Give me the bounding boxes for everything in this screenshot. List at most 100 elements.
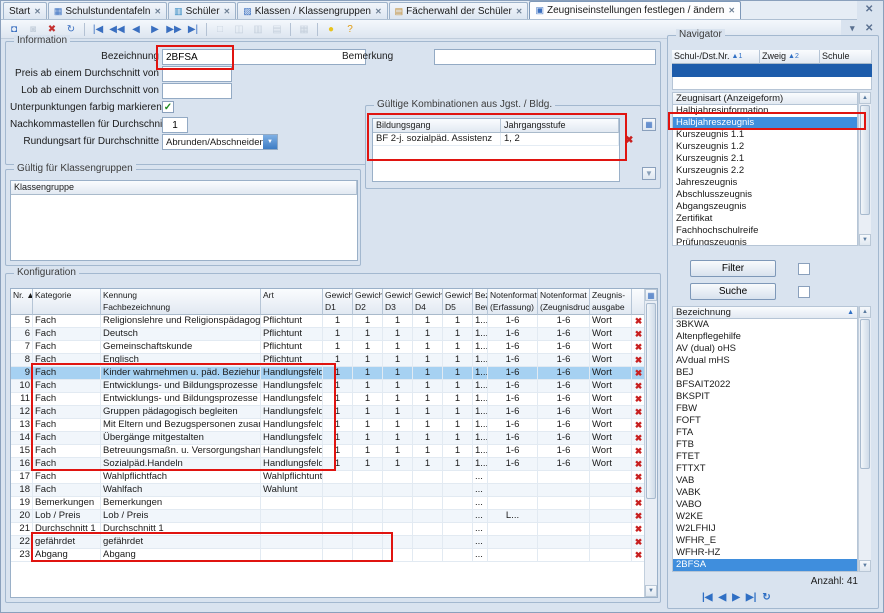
scroll-down-icon[interactable]: ▼ — [642, 167, 656, 180]
help-icon[interactable]: ? — [341, 21, 359, 37]
suche-checkbox[interactable] — [798, 286, 810, 298]
list-item-zeugnisart[interactable]: Kurszeugnis 2.1 — [673, 153, 857, 165]
nav-first-icon[interactable]: |◀ — [702, 592, 713, 603]
tab-close-icon[interactable]: ✕ — [375, 7, 382, 16]
tab-close-icon[interactable]: ✕ — [154, 7, 161, 16]
zeugnisart-header[interactable]: Zeugnisart (Anzeigeform) — [672, 92, 858, 105]
vertical-scrollbar[interactable]: ▦ ▼ — [644, 289, 657, 597]
list-item-bezeichnung[interactable]: FTET — [673, 451, 857, 463]
table-row[interactable]: 20Lob / PreisLob / Preis...L...✖ — [11, 510, 657, 523]
tab-close-icon[interactable]: ✕ — [224, 7, 231, 16]
rundungsart-select[interactable]: Abrunden/Abschneiden ▼ — [162, 134, 278, 150]
filter-button[interactable]: Filter — [690, 260, 776, 277]
print-icon[interactable]: ▦ — [295, 21, 313, 37]
list-item-zeugnisart[interactable]: Kurszeugnis 1.1 — [673, 129, 857, 141]
column-header-nf2[interactable]: Notenformat(Zeugnisdruck) — [538, 289, 590, 315]
tab-close-icon[interactable]: ✕ — [516, 7, 523, 16]
scroll-up-icon[interactable]: ▲ — [859, 92, 871, 104]
column-header-bez[interactable]: BezBew. — [473, 289, 488, 315]
list-item-bezeichnung[interactable]: BEJ — [673, 367, 857, 379]
column-header-schulnr[interactable]: Schul-/Dst.Nr.▲1 — [672, 50, 760, 64]
table-row[interactable]: 22gefährdetgefährdet...✖ — [11, 536, 657, 549]
list-item-zeugnisart[interactable]: Halbjahresinformation — [673, 105, 857, 117]
table-row[interactable]: 21Durchschnitt 1Durchschnitt 1...✖ — [11, 523, 657, 536]
tab-schulstundentafeln[interactable]: ▦Schulstundentafeln✕ — [48, 2, 167, 19]
list-item-bezeichnung[interactable]: VABK — [673, 487, 857, 499]
table-row[interactable]: BF 2-j. sozialpäd. Assistenz1, 2 — [373, 133, 619, 146]
column-header-kategorie[interactable]: Kategorie — [33, 289, 101, 315]
nav-next-page-icon[interactable]: ▶▶ — [165, 21, 183, 37]
tab-close-icon[interactable]: ✕ — [728, 6, 735, 15]
list-item-zeugnisart[interactable]: Halbjahreszeugnis — [673, 117, 857, 129]
nav-prev-icon[interactable]: ◀ — [127, 21, 145, 37]
list-item-bezeichnung[interactable]: VABO — [673, 499, 857, 511]
table-row[interactable]: 6FachDeutschPflichtunt111111...1-61-6Wor… — [11, 328, 657, 341]
paste-icon[interactable]: ▤ — [268, 21, 286, 37]
table-row[interactable]: 5FachReligionslehre und Religionspädagog… — [11, 315, 657, 328]
table-row[interactable]: 8FachEnglischPflichtunt111111...1-61-6Wo… — [11, 354, 657, 367]
suche-button[interactable]: Suche — [690, 283, 776, 300]
table-settings-icon[interactable]: ▦ — [642, 118, 656, 131]
scroll-down-icon[interactable]: ▼ — [859, 560, 871, 572]
list-item-bezeichnung[interactable]: W2LFHIJ — [673, 523, 857, 535]
table-row[interactable]: 11FachEntwicklungs- und Bildungsprozesse… — [11, 393, 657, 406]
list-item-bezeichnung[interactable]: FTB — [673, 439, 857, 451]
table-row[interactable]: 23AbgangAbgang...✖ — [11, 549, 657, 562]
column-header-kennung[interactable]: KennungFachbezeichnung — [101, 289, 261, 315]
preis-input[interactable] — [162, 66, 232, 82]
scroll-up-icon[interactable]: ▲ — [859, 306, 871, 318]
table-row[interactable]: 17FachWahlpflichtfachWahlpflichtunt...✖ — [11, 471, 657, 484]
list-item-bezeichnung[interactable]: VAB — [673, 475, 857, 487]
table-settings-icon[interactable]: ▦ — [645, 289, 657, 301]
tab-faecherwahl[interactable]: ▤Fächerwahl der Schüler✕ — [389, 2, 529, 19]
list-item-bezeichnung[interactable]: FOFT — [673, 415, 857, 427]
column-header-jahrgangsstufe[interactable]: Jahrgangsstufe — [501, 119, 619, 133]
nachkommastellen-input[interactable] — [162, 117, 188, 133]
column-header-klassengruppe[interactable]: Klassengruppe — [11, 181, 357, 195]
list-item-bezeichnung[interactable]: 3BKWA — [673, 319, 857, 331]
list-item-zeugnisart[interactable]: Abschlusszeugnis — [673, 189, 857, 201]
bezeichnung-input[interactable] — [162, 49, 366, 65]
column-header-nf1[interactable]: Notenformat(Erfassung) — [488, 289, 538, 315]
table-row[interactable]: 10FachEntwicklungs- und Bildungsprozesse… — [11, 380, 657, 393]
scroll-down-icon[interactable]: ▼ — [859, 234, 871, 246]
list-item-bezeichnung[interactable]: FTA — [673, 427, 857, 439]
table-row[interactable]: 7FachGemeinschaftskundePflichtunt111111.… — [11, 341, 657, 354]
vertical-scrollbar[interactable]: ▲ ▼ — [858, 306, 871, 572]
scrollbar-thumb[interactable] — [860, 319, 870, 469]
new-record-icon[interactable]: □ — [211, 21, 229, 37]
list-item-zeugnisart[interactable]: Kurszeugnis 2.2 — [673, 165, 857, 177]
list-item-zeugnisart[interactable]: Kurszeugnis 1.2 — [673, 141, 857, 153]
filter-checkbox[interactable] — [798, 263, 810, 275]
column-header-d5[interactable]: GewichtD5 — [443, 289, 473, 315]
column-header-nr[interactable]: Nr. ▲ — [11, 289, 33, 315]
table-row[interactable]: 15FachBetreuungsmaßn. u. Versorgungshand… — [11, 445, 657, 458]
column-header-bildungsgang[interactable]: Bildungsgang — [373, 119, 501, 133]
lob-input[interactable] — [162, 83, 232, 99]
table-row[interactable]: 19BemerkungenBemerkungen...✖ — [11, 497, 657, 510]
list-item-bezeichnung[interactable]: BKSPIT — [673, 391, 857, 403]
tab-schueler[interactable]: ▥Schüler✕ — [168, 2, 236, 19]
delete-combination-icon[interactable]: ✖ — [625, 135, 633, 147]
refresh-icon[interactable]: ↻ — [762, 592, 770, 603]
column-header-d1[interactable]: GewichtD1 — [323, 289, 353, 315]
list-item-bezeichnung[interactable]: BFSAIT2022 — [673, 379, 857, 391]
tab-close-icon[interactable]: ✕ — [34, 7, 41, 16]
table-row[interactable]: 18FachWahlfachWahlunt...✖ — [11, 484, 657, 497]
bemerkung-input[interactable] — [434, 49, 656, 65]
column-header-d2[interactable]: GewichtD2 — [353, 289, 383, 315]
tab-klassen[interactable]: ▨Klassen / Klassengruppen✕ — [237, 2, 387, 19]
table-row[interactable]: 12FachGruppen pädagogisch begleitenHandl… — [11, 406, 657, 419]
list-item-zeugnisart[interactable]: Prüfungszeugnis — [673, 237, 857, 246]
tab-start[interactable]: Start✕ — [3, 2, 47, 19]
list-item-bezeichnung[interactable]: AVdual mHS — [673, 355, 857, 367]
nav-next-icon[interactable]: ▶ — [146, 21, 164, 37]
copy-icon[interactable]: ◫ — [230, 21, 248, 37]
table-row[interactable]: 13FachMit Eltern und Bezugspersonen zusa… — [11, 419, 657, 432]
list-item-bezeichnung[interactable]: WFHR-HZ — [673, 547, 857, 559]
close-icon[interactable]: ✕ — [865, 4, 873, 15]
nav-prev-icon[interactable]: ◀ — [719, 592, 727, 603]
list-item-bezeichnung[interactable]: AV (dual) oHS — [673, 343, 857, 355]
panel-close-icon[interactable]: ✕ — [865, 23, 873, 34]
bezeichnung-header[interactable]: Bezeichnung ▲ — [672, 306, 858, 319]
